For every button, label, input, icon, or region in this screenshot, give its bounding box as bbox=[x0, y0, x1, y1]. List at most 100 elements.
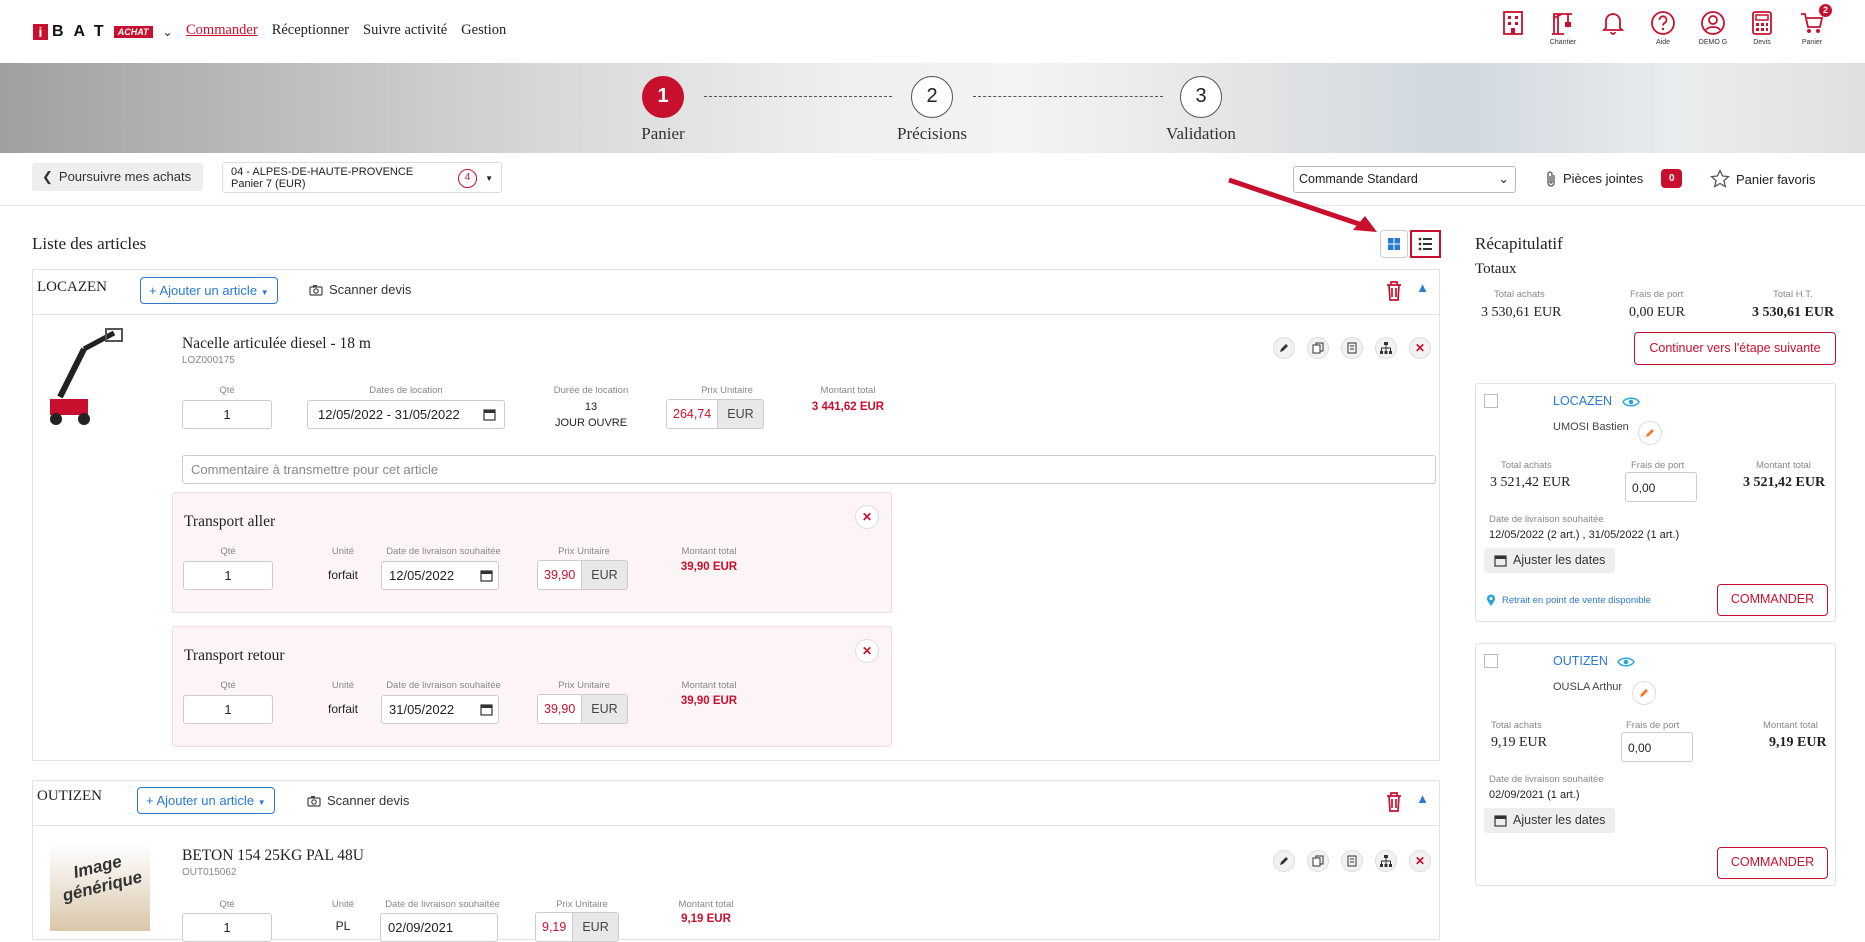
chevron-down-icon[interactable]: ⌄ bbox=[163, 25, 173, 39]
cart-name: Panier 7 (EUR) bbox=[231, 178, 306, 190]
total-shipping: 0,00 EUR bbox=[1629, 305, 1685, 320]
copy-icon[interactable] bbox=[1307, 850, 1329, 872]
article-ref: OUT015062 bbox=[182, 867, 237, 878]
building-icon[interactable] bbox=[1493, 10, 1533, 39]
cart-toolbar: ❮ Poursuivre mes achats 04 - ALPES-DE-HAU… bbox=[0, 153, 1865, 206]
caret-down-icon: ▼ bbox=[260, 288, 269, 297]
help-icon[interactable]: Aide bbox=[1643, 10, 1683, 46]
menu-suivre-activite[interactable]: Suivre activité bbox=[363, 22, 447, 39]
calculator-icon[interactable]: Devis bbox=[1742, 10, 1782, 46]
transport-unit: forfait bbox=[327, 568, 358, 582]
grid-view-button[interactable] bbox=[1380, 230, 1408, 258]
add-article-button[interactable]: + Ajouter un article ▼ bbox=[140, 277, 278, 304]
remove-icon[interactable]: ✕ bbox=[1409, 850, 1431, 872]
shipping-cost-input[interactable]: 0,00 bbox=[1621, 732, 1693, 762]
chevron-up-icon[interactable]: ▲ bbox=[1416, 280, 1429, 296]
star-icon bbox=[1710, 169, 1730, 188]
step-validation[interactable]: 3 Validation bbox=[1151, 76, 1251, 144]
delivery-date-input[interactable]: 31/05/2022 bbox=[381, 695, 499, 724]
order-button[interactable]: COMMANDER bbox=[1717, 847, 1828, 879]
delivery-date-input[interactable]: 12/05/2022 bbox=[381, 561, 499, 590]
edit-pencil-icon[interactable] bbox=[1273, 850, 1295, 872]
next-step-button[interactable]: Continuer vers l'étape suivante bbox=[1634, 332, 1836, 365]
articles-list-title: Liste des articles bbox=[32, 234, 147, 253]
delivery-dates: 12/05/2022 (2 art.) , 31/05/2022 (1 art.… bbox=[1489, 529, 1680, 541]
transport-qty-input[interactable]: 1 bbox=[183, 695, 273, 724]
comment-textarea[interactable]: Commentaire à transmettre pour cet artic… bbox=[182, 455, 1436, 484]
cart-selector[interactable]: 04 - ALPES-DE-HAUTE-PROVENCE Panier 7 (E… bbox=[222, 162, 502, 193]
supplier-name[interactable]: LOCAZEN bbox=[1553, 394, 1640, 408]
main-menu: Commander Réceptionner Suivre activité G… bbox=[186, 22, 506, 39]
quantity-input[interactable]: 1 bbox=[182, 913, 272, 942]
transport-price-input[interactable]: 39,90 EUR bbox=[537, 560, 628, 590]
article-actions: ✕ bbox=[1273, 850, 1431, 872]
cart-items-count: 4 bbox=[458, 169, 477, 188]
unit-price-input[interactable]: 9,19 EUR bbox=[535, 912, 619, 942]
supplier-recap-card-outizen: OUTIZEN OUSLA Arthur Total achats Frais … bbox=[1475, 643, 1836, 886]
document-icon[interactable] bbox=[1341, 337, 1363, 359]
transport-qty-input[interactable]: 1 bbox=[183, 561, 273, 590]
crane-icon[interactable]: Chantier bbox=[1543, 10, 1583, 46]
scan-quote-button[interactable]: Scanner devis bbox=[307, 793, 409, 808]
transport-total: 39,90 EUR bbox=[680, 695, 738, 707]
close-icon[interactable]: ✕ bbox=[855, 639, 879, 663]
menu-gestion[interactable]: Gestion bbox=[461, 22, 506, 39]
bell-icon[interactable] bbox=[1593, 10, 1633, 39]
supplier-name: OUTIZEN bbox=[37, 788, 102, 804]
user-icon[interactable]: DEMO G bbox=[1693, 10, 1733, 46]
copy-icon[interactable] bbox=[1307, 337, 1329, 359]
chevron-up-icon[interactable]: ▲ bbox=[1416, 791, 1429, 807]
card-total: 3 521,42 EUR bbox=[1743, 475, 1826, 490]
list-view-button[interactable] bbox=[1410, 230, 1441, 258]
brand-logo[interactable]: i BAT ACHAT ⌄ bbox=[33, 23, 173, 41]
menu-receptionner[interactable]: Réceptionner bbox=[272, 22, 349, 39]
eye-icon bbox=[1617, 657, 1636, 667]
transport-price-input[interactable]: 39,90 EUR bbox=[537, 694, 628, 724]
transport-unit: forfait bbox=[327, 702, 358, 716]
cart-icon[interactable]: 2 Panier bbox=[1792, 4, 1832, 46]
calendar-icon bbox=[480, 704, 493, 716]
supplier-header: OUTIZEN + Ajouter un article ▼ Scanner d… bbox=[33, 781, 1439, 826]
edit-pencil-icon[interactable] bbox=[1273, 337, 1295, 359]
paperclip-icon bbox=[1547, 170, 1555, 187]
shipping-cost-input[interactable]: 0,00 bbox=[1625, 472, 1697, 502]
document-icon[interactable] bbox=[1341, 850, 1363, 872]
quantity-input[interactable]: 1 bbox=[182, 400, 272, 429]
order-button[interactable]: COMMANDER bbox=[1717, 584, 1828, 616]
annotation-arrow bbox=[1228, 177, 1377, 232]
adjust-dates-button[interactable]: Ajuster les dates bbox=[1484, 808, 1616, 833]
unit-price-input[interactable]: 264,74 EUR bbox=[666, 399, 764, 429]
close-icon[interactable]: ✕ bbox=[855, 505, 879, 529]
camera-icon bbox=[307, 795, 321, 807]
supplier-name[interactable]: OUTIZEN bbox=[1553, 654, 1636, 668]
add-article-button[interactable]: + Ajouter un article ▼ bbox=[137, 787, 275, 814]
trash-icon[interactable] bbox=[1385, 791, 1403, 813]
step-panier[interactable]: 1 Panier bbox=[613, 76, 713, 144]
favorites-cart-button[interactable]: Panier favoris bbox=[1710, 169, 1815, 189]
edit-pencil-icon[interactable] bbox=[1638, 421, 1662, 445]
calendar-icon bbox=[480, 570, 493, 582]
trash-icon[interactable] bbox=[1385, 280, 1403, 302]
totals-title: Totaux bbox=[1475, 261, 1517, 277]
adjust-dates-button[interactable]: Ajuster les dates bbox=[1484, 548, 1616, 573]
attachments-button[interactable]: Pièces jointes 0 bbox=[1545, 169, 1683, 188]
total-purchases: 3 530,61 EUR bbox=[1481, 305, 1562, 320]
hierarchy-icon[interactable] bbox=[1375, 337, 1397, 359]
camera-icon bbox=[309, 284, 323, 296]
transport-total: 39,90 EUR bbox=[680, 561, 738, 573]
step-precisions[interactable]: 2 Précisions bbox=[882, 76, 982, 144]
edit-pencil-icon[interactable] bbox=[1632, 681, 1656, 705]
rental-dates-input[interactable]: 12/05/2022 - 31/05/2022 bbox=[307, 400, 505, 429]
cart-count-badge: 2 bbox=[1819, 4, 1832, 17]
attachments-count-badge: 0 bbox=[1661, 169, 1683, 188]
card-total: 9,19 EUR bbox=[1769, 735, 1827, 750]
menu-commander[interactable]: Commander bbox=[186, 22, 258, 39]
calendar-icon bbox=[1494, 555, 1507, 567]
remove-icon[interactable]: ✕ bbox=[1409, 337, 1431, 359]
pickup-info[interactable]: Retrait en point de vente disponible bbox=[1486, 594, 1651, 607]
scan-quote-button[interactable]: Scanner devis bbox=[309, 282, 411, 297]
top-navbar: i BAT ACHAT ⌄ Commander Réceptionner Sui… bbox=[0, 0, 1865, 63]
delivery-date-input[interactable]: 02/09/2021 bbox=[380, 913, 498, 942]
hierarchy-icon[interactable] bbox=[1375, 850, 1397, 872]
continue-shopping-button[interactable]: ❮ Poursuivre mes achats bbox=[32, 163, 204, 191]
